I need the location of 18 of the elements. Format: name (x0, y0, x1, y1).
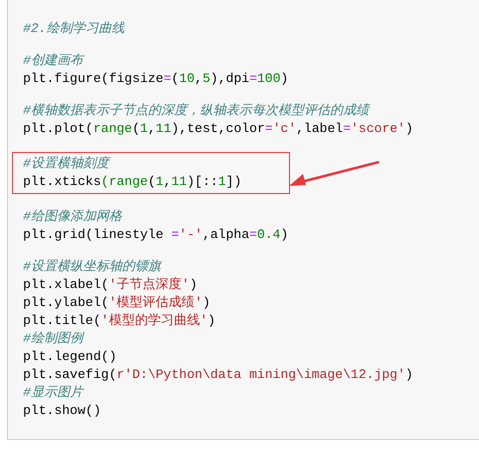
code-comment: #设置横轴刻度 (23, 155, 109, 173)
code-line: plt.title('模型的学习曲线') (23, 312, 216, 330)
code-comment: #2.绘制学习曲线 (23, 20, 124, 38)
code-comment: #设置横纵坐标轴的镖旗 (23, 258, 161, 276)
code-line: plt.figure(figsize=(10,5),dpi=100) (23, 70, 288, 88)
code-comment: #给图像添加网格 (23, 208, 122, 226)
code-line: plt.plot(range(1,11),test,color='c',label='score') (23, 120, 414, 138)
code-comment: #绘制图例 (23, 330, 83, 348)
code-comment: #创建画布 (23, 52, 83, 70)
code-line: plt.savefig(r'D:\Python\data mining\image\12.jpg') (23, 366, 414, 384)
code-line: plt.xticks(range(1,11)[::1]) (23, 173, 242, 191)
code-line: plt.show() (23, 402, 102, 420)
code-line: plt.ylabel('模型评估成绩') (23, 294, 210, 312)
code-line: plt.xlabel('子节点深度') (23, 276, 198, 294)
code-comment: #显示图片 (23, 384, 83, 402)
code-line: plt.grid(linestyle ='-',alpha=0.4) (23, 226, 288, 244)
code-line: plt.legend() (23, 348, 117, 366)
code-comment: #横轴数据表示子节点的深度，纵轴表示每次模型评估的成绩 (23, 102, 369, 120)
